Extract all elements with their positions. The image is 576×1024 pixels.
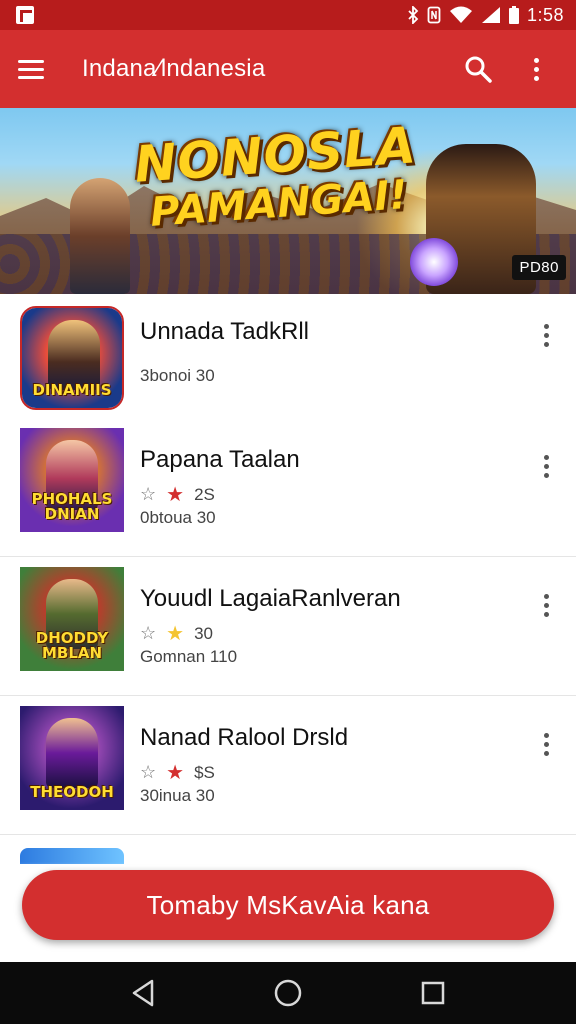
game-title: Nanad Ralool Drsld bbox=[140, 724, 349, 751]
item-more-button[interactable] bbox=[536, 730, 556, 758]
game-rating: ☆ ★ $S bbox=[140, 760, 215, 785]
game-thumbnail: THEODOH bbox=[20, 706, 124, 810]
star-filled-icon: ★ bbox=[166, 623, 185, 645]
more-vert-icon bbox=[533, 57, 539, 81]
app-bar: Indana∕lndanesia bbox=[0, 30, 576, 108]
thumb-art: PHOHALS DNIAN bbox=[20, 428, 124, 532]
banner-title: NONOSLA PAMANGAI! bbox=[129, 116, 425, 236]
banner-magic-orb bbox=[410, 238, 458, 286]
star-outline-icon: ☆ bbox=[140, 623, 157, 643]
thumb-label: PHOHALS DNIAN bbox=[31, 490, 113, 523]
overflow-menu-button[interactable] bbox=[514, 47, 558, 91]
item-more-button[interactable] bbox=[536, 591, 556, 619]
game-meta: 0btoua 30 bbox=[140, 508, 216, 527]
game-thumbnail: DHODDY MBLAN bbox=[20, 567, 124, 671]
thumb-art: DHODDY MBLAN bbox=[20, 567, 124, 671]
featured-banner[interactable]: NONOSLA PAMANGAI! PD80 bbox=[0, 108, 576, 294]
status-bar: 1:58 bbox=[0, 0, 576, 30]
search-icon bbox=[465, 56, 492, 83]
game-thumbnail: DINAMIIS bbox=[20, 306, 124, 410]
bluetooth-icon bbox=[407, 6, 419, 24]
game-rating: ☆ ★ 2S bbox=[140, 482, 215, 507]
search-button[interactable] bbox=[456, 47, 500, 91]
game-title: Papana Taalan bbox=[140, 446, 300, 473]
nav-recents-button[interactable] bbox=[413, 973, 453, 1013]
star-outline-icon: ☆ bbox=[140, 484, 157, 504]
nav-home-button[interactable] bbox=[268, 973, 308, 1013]
game-thumbnail: PHOHALS DNIAN bbox=[20, 428, 124, 532]
menu-icon-line bbox=[18, 67, 44, 71]
thumb-label: THEODOH bbox=[30, 783, 114, 801]
thumb-art: DINAMIIS bbox=[22, 308, 122, 408]
game-title: Unnada TadkRll bbox=[140, 318, 309, 345]
star-filled-icon: ★ bbox=[166, 762, 185, 784]
thumb-label: DHODDY MBLAN bbox=[35, 629, 109, 662]
game-list: DINAMIIS Unnada TadkRll 3bonoi 30 bbox=[0, 294, 576, 433]
nav-back-button[interactable] bbox=[123, 973, 163, 1013]
rating-value: 2S bbox=[194, 484, 215, 504]
banner-hero-left bbox=[70, 178, 130, 294]
item-more-button[interactable] bbox=[536, 452, 556, 480]
game-title: Youudl LagaiaRanlveran bbox=[140, 585, 401, 612]
menu-icon-line bbox=[18, 59, 44, 63]
list-item[interactable]: DINAMIIS Unnada TadkRll 3bonoi 30 bbox=[0, 294, 576, 433]
wifi-icon bbox=[449, 6, 473, 24]
game-meta: Gomnan 110 bbox=[140, 647, 238, 666]
menu-icon-line bbox=[18, 75, 44, 79]
list-item[interactable]: PHOHALS DNIAN Papana Taalan ☆ ★ 2S 0btou… bbox=[0, 418, 576, 557]
rating-value: 30 bbox=[194, 623, 213, 643]
thumb-figure bbox=[46, 718, 98, 788]
star-filled-icon: ★ bbox=[166, 484, 185, 506]
game-rating: ☆ ★ 30 bbox=[140, 621, 213, 646]
recents-icon bbox=[422, 981, 445, 1005]
thumb-figure bbox=[48, 320, 100, 390]
signal-icon bbox=[481, 6, 501, 24]
game-meta: 30inua 30 bbox=[140, 786, 215, 805]
system-nav-bar bbox=[0, 962, 576, 1024]
app-title: Indana∕lndanesia bbox=[82, 55, 266, 82]
banner-badge: PD80 bbox=[512, 255, 566, 280]
notification-icon bbox=[16, 6, 34, 24]
thumb-art: THEODOH bbox=[20, 706, 124, 810]
item-more-button[interactable] bbox=[536, 321, 556, 349]
home-icon bbox=[274, 979, 302, 1007]
battery-icon bbox=[508, 6, 519, 24]
list-item[interactable]: DHODDY MBLAN Youudl LagaiaRanlveran ☆ ★ … bbox=[0, 557, 576, 696]
star-outline-icon: ☆ bbox=[140, 762, 157, 782]
rating-value: $S bbox=[194, 762, 215, 782]
back-icon bbox=[132, 979, 153, 1007]
nfc-icon bbox=[427, 6, 441, 24]
thumb-label: DINAMIIS bbox=[32, 381, 112, 399]
game-meta: 3bonoi 30 bbox=[140, 366, 215, 385]
menu-button[interactable] bbox=[18, 49, 58, 89]
list-item[interactable]: THEODOH Nanad Ralool Drsld ☆ ★ $S 30inua… bbox=[0, 696, 576, 835]
status-time: 1:58 bbox=[526, 4, 564, 25]
cta-button[interactable]: Tomaby MsKavAia kana bbox=[22, 870, 554, 940]
